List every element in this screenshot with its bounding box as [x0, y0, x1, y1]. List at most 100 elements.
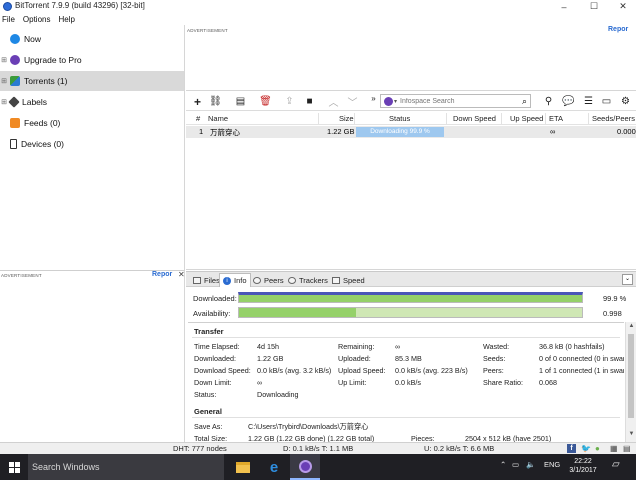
file-explorer-icon[interactable] [228, 454, 258, 480]
tab-label: Peers [264, 275, 284, 285]
col-up-speed[interactable]: Up Speed [510, 114, 543, 123]
tab-trackers[interactable]: Trackers [285, 273, 331, 287]
scroll-up-icon[interactable]: ▲ [627, 323, 636, 332]
expand-icon[interactable]: ⊞ [0, 98, 8, 106]
maximize-button[interactable]: ☐ [583, 0, 605, 13]
bittorrent-taskbar-icon[interactable] [290, 454, 320, 480]
expand-icon[interactable]: ⊞ [0, 77, 8, 85]
notifications-icon[interactable]: ▱ [612, 459, 620, 470]
chat-icon[interactable]: 💬 [562, 95, 575, 108]
sidebar-item-upgrade[interactable]: ⊞ Upgrade to Pro [0, 50, 184, 70]
info-icon: i [223, 276, 231, 285]
close-ad-icon[interactable]: ✕ [178, 270, 185, 279]
tab-speed[interactable]: Speed [329, 273, 368, 287]
menu-help[interactable]: Help [58, 15, 74, 24]
sidebar: Now ⊞ Upgrade to Pro ⊞ Torrents (1) ⊞ La… [0, 25, 185, 270]
taskbar-search[interactable]: Search Windows [28, 454, 224, 480]
edge-browser-icon[interactable]: e [259, 454, 289, 480]
sidebar-item-now[interactable]: Now [0, 29, 184, 49]
windows-icon[interactable]: ▦ [610, 444, 618, 453]
col-size[interactable]: Size [339, 114, 354, 123]
taskbar-search-placeholder: Search Windows [32, 462, 100, 472]
downloaded-bar-fill [239, 295, 582, 302]
move-down-icon[interactable]: ﹀ [346, 95, 359, 109]
close-button[interactable]: ✕ [612, 0, 634, 13]
field-value: 1 of 1 connected (1 in swarm) [539, 366, 624, 375]
remove-icon[interactable]: 🗑 [259, 95, 272, 108]
sidebar-item-label: Now [24, 34, 42, 44]
col-down-speed[interactable]: Down Speed [453, 114, 496, 123]
availability-label: Availability: [193, 309, 231, 318]
tab-label: Info [234, 276, 247, 285]
field-value: 4d 15h [257, 342, 279, 351]
search-icon[interactable]: ⌕ [522, 96, 527, 107]
search-box[interactable]: ▾ ⌕ [380, 94, 531, 108]
field-label: Down Limit: [194, 378, 232, 387]
availability-bar-fill [239, 308, 356, 317]
chevron-down-icon[interactable]: ▾ [394, 98, 397, 105]
start-icon[interactable]: ⇪ [283, 95, 296, 108]
collapse-panel-icon[interactable]: ⌄ [622, 274, 633, 285]
expand-icon[interactable]: ⊞ [0, 56, 8, 64]
ad-label: ADVERTISEMENT [1, 273, 42, 278]
report-ad-link[interactable]: Repor [608, 26, 628, 33]
col-seeds-peers[interactable]: Seeds/Peers [592, 114, 635, 123]
scroll-down-icon[interactable]: ▼ [627, 431, 636, 440]
add-torrent-icon[interactable]: + [191, 95, 204, 109]
torrent-list-empty-area[interactable] [186, 139, 636, 270]
stop-icon[interactable]: ■ [303, 95, 316, 108]
list-view-icon[interactable]: ☰ [582, 95, 595, 108]
add-link-icon[interactable]: ⛓ [209, 95, 222, 108]
sidebar-item-feeds[interactable]: Feeds (0) [0, 113, 184, 133]
field-label: Share Ratio: [483, 378, 523, 387]
bittorrent-pro-icon [10, 55, 20, 65]
remote-monitor-icon[interactable]: ▭ [600, 95, 613, 108]
progress-section: Downloaded: 99.9 % Availability: 0.998 [186, 288, 636, 320]
rss-feed-icon [10, 118, 20, 128]
col-name[interactable]: Name [208, 114, 228, 123]
table-row[interactable]: 1 万箭穿心 1.22 GB Downloading 99.9 % ∞ 0.00… [186, 126, 636, 138]
menu-grid-icon[interactable]: ▤ [623, 444, 631, 453]
twitter-icon[interactable]: 🐦 [581, 444, 591, 453]
move-up-icon[interactable]: ︿ [327, 95, 340, 109]
sidebar-item-torrents[interactable]: ⊞ Torrents (1) [0, 71, 184, 91]
facebook-icon[interactable]: f [567, 444, 576, 453]
sidebar-item-labels[interactable]: ⊞ Labels [0, 92, 184, 112]
report-ad-link[interactable]: Repor [152, 271, 172, 278]
menu-options[interactable]: Options [23, 15, 51, 24]
sidebar-item-devices[interactable]: Devices (0) [0, 134, 184, 154]
tray-chevron-icon[interactable]: ⌃ [500, 460, 506, 469]
create-torrent-icon[interactable]: ▤ [234, 95, 247, 108]
field-value: ∞ [257, 378, 263, 387]
info-scrollbar[interactable]: ▲ ▼ [625, 322, 636, 442]
labels-icon [8, 96, 20, 108]
field-value: 85.3 MB [395, 354, 422, 363]
menu-file[interactable]: File [2, 15, 15, 24]
clock[interactable]: 22:22 3/1/2017 [566, 457, 600, 475]
volume-icon[interactable]: 🔈 [526, 460, 535, 469]
tab-peers[interactable]: Peers [250, 273, 287, 287]
start-button[interactable] [0, 454, 28, 480]
field-label: Pieces: [411, 434, 435, 442]
gear-icon[interactable]: ⚙ [619, 95, 632, 108]
more-icon[interactable]: » [367, 92, 380, 105]
scroll-thumb[interactable] [628, 334, 634, 418]
location-pin-icon[interactable]: ⚲ [542, 95, 555, 108]
language-indicator[interactable]: ENG [544, 460, 560, 469]
tab-files[interactable]: Files [190, 273, 223, 287]
col-eta[interactable]: ETA [549, 114, 563, 123]
col-number[interactable]: # [196, 114, 200, 123]
minimize-button[interactable]: – [553, 0, 575, 13]
tab-info[interactable]: i Info [219, 273, 251, 287]
device-icon [10, 139, 17, 149]
network-icon[interactable]: ▭ [512, 460, 519, 469]
col-status[interactable]: Status [389, 114, 410, 123]
downloaded-value: 99.9 % [603, 294, 627, 303]
field-label: Save As: [194, 422, 223, 431]
android-icon[interactable]: ● [595, 444, 600, 453]
dht-status: DHT: 777 nodes [173, 444, 227, 453]
search-provider-icon[interactable] [384, 96, 393, 106]
search-input[interactable] [400, 97, 511, 105]
now-dot-icon [10, 34, 20, 44]
sidebar-item-label: Devices (0) [21, 139, 64, 149]
